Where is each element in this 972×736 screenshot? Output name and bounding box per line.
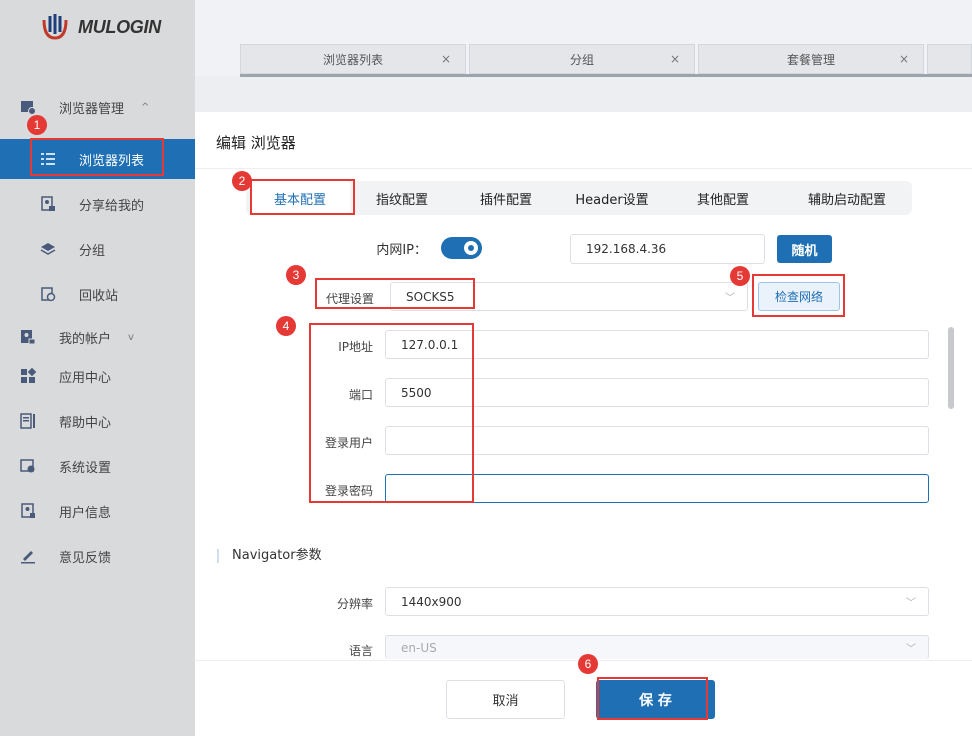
- divider: [195, 168, 972, 169]
- sidebar-item-label: 浏览器管理: [59, 101, 125, 117]
- close-icon[interactable]: ×: [670, 52, 680, 66]
- tab-browser-list[interactable]: 浏览器列表 ×: [240, 44, 466, 74]
- tab-groups[interactable]: 分组 ×: [469, 44, 695, 74]
- tab-label: 浏览器列表: [322, 52, 383, 67]
- sidebar-item-feedback[interactable]: 意见反馈: [0, 536, 195, 576]
- top-tabs: 浏览器列表 × 分组 × 套餐管理 ×: [240, 44, 972, 76]
- sidebar-item-shared-with-me[interactable]: 分享给我的: [0, 184, 195, 224]
- annotation-badge-5: 5: [730, 266, 750, 286]
- lan-ip-input[interactable]: 192.168.4.36: [570, 234, 765, 264]
- share-icon: [40, 196, 56, 212]
- annotation-badge-1: 1: [27, 115, 47, 135]
- lan-ip-label: 内网IP：: [376, 243, 427, 258]
- annotation-badge-6: 6: [578, 654, 598, 674]
- tab-overflow[interactable]: [927, 44, 972, 74]
- apps-icon: [20, 368, 36, 384]
- resolution-value: 1440x900: [401, 594, 462, 609]
- mulogin-logo-icon: [42, 14, 68, 40]
- sidebar-item-app-center[interactable]: 应用中心: [0, 356, 195, 396]
- sidebar-item-groups[interactable]: 分组: [0, 229, 195, 269]
- account-icon: [20, 329, 36, 345]
- sidebar-item-recycle-bin[interactable]: 回收站: [0, 274, 195, 314]
- tab-header-settings[interactable]: Header设置: [562, 181, 662, 215]
- sidebar-item-my-account[interactable]: 我的帐户 v: [0, 317, 195, 357]
- sidebar-item-help-center[interactable]: 帮助中心: [0, 401, 195, 441]
- language-select[interactable]: en-US ﹀: [385, 635, 929, 659]
- logo: MULOGIN: [38, 10, 161, 44]
- feedback-icon: [20, 548, 36, 564]
- annotation-box-1: [30, 138, 164, 176]
- close-icon[interactable]: ×: [899, 52, 909, 66]
- annotation-box-2: [250, 179, 355, 215]
- resolution-select[interactable]: 1440x900 ﹀: [385, 587, 929, 616]
- chevron-down-icon: ﹀: [725, 293, 735, 304]
- help-icon: [20, 413, 36, 429]
- sidebar-item-label: 系统设置: [59, 460, 112, 476]
- sidebar-item-system-settings[interactable]: 系统设置: [0, 446, 195, 486]
- chevron-up-icon: ^: [141, 101, 150, 113]
- annotation-badge-2: 2: [232, 171, 252, 191]
- sidebar-item-label: 分享给我的: [79, 198, 145, 214]
- annotation-box-3: [315, 278, 475, 309]
- annotation-badge-4: 4: [276, 316, 296, 336]
- chevron-down-icon: ﹀: [906, 644, 916, 655]
- annotation-badge-3: 3: [286, 265, 306, 285]
- browser-manage-icon: [20, 99, 36, 115]
- language-label: 语言: [348, 644, 373, 658]
- sidebar-item-label: 用户信息: [59, 505, 112, 521]
- sidebar-item-label: 回收站: [79, 288, 119, 304]
- annotation-box-6: [597, 677, 708, 720]
- modal-scrollbar[interactable]: [948, 327, 954, 409]
- recycle-icon: [40, 286, 56, 302]
- resolution-label: 分辨率: [336, 597, 373, 611]
- tab-startup-assist-config[interactable]: 辅助启动配置: [787, 181, 907, 215]
- chevron-down-icon: v: [128, 331, 134, 343]
- close-icon[interactable]: ×: [441, 52, 451, 66]
- random-ip-button[interactable]: 随机: [777, 235, 832, 263]
- tab-package-manage[interactable]: 套餐管理 ×: [698, 44, 924, 74]
- language-value: en-US: [401, 640, 437, 655]
- sidebar: MULOGIN 浏览器管理 ^ 浏览器列表 分享给我的 分组 回收站 我的帐户 …: [0, 0, 195, 736]
- tab-fingerprint-config[interactable]: 指纹配置: [352, 181, 452, 215]
- modal-title: 编辑 浏览器: [216, 134, 296, 152]
- cancel-button[interactable]: 取消: [446, 680, 565, 719]
- sidebar-item-label: 应用中心: [59, 370, 112, 386]
- tab-other-config[interactable]: 其他配置: [673, 181, 773, 215]
- annotation-box-4: [309, 323, 474, 503]
- sidebar-item-label: 意见反馈: [59, 550, 112, 566]
- sidebar-item-label: 分组: [79, 243, 106, 259]
- tab-label: 套餐管理: [786, 52, 835, 67]
- tabs-underline: [240, 74, 972, 77]
- tab-plugin-config[interactable]: 插件配置: [456, 181, 556, 215]
- annotation-box-5: [752, 274, 845, 317]
- logo-text: MULOGIN: [78, 16, 161, 37]
- user-info-icon: [20, 503, 36, 519]
- chevron-down-icon: ﹀: [906, 598, 916, 609]
- sidebar-item-user-info[interactable]: 用户信息: [0, 491, 195, 531]
- navigator-section-title: Navigator参数: [217, 549, 322, 563]
- tab-label: 分组: [569, 52, 594, 67]
- layers-icon: [40, 241, 56, 257]
- sidebar-item-label: 帮助中心: [59, 415, 112, 431]
- sidebar-item-label: 我的帐户: [59, 331, 112, 347]
- lan-ip-toggle[interactable]: [441, 237, 482, 259]
- settings-icon: [20, 458, 36, 474]
